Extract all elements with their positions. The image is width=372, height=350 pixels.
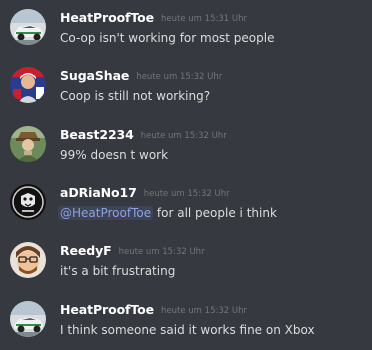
username[interactable]: aDRiaNo17 xyxy=(60,185,137,200)
timestamp: heute um 15:32 Uhr xyxy=(136,72,223,82)
chat-message-list: HeatProofToe heute um 15:31 Uhr Co-op isn… xyxy=(0,0,372,350)
timestamp: heute um 15:32 Uhr xyxy=(140,131,227,141)
message-text: Co-op isn't working for most people xyxy=(60,31,275,45)
username[interactable]: ReedyF xyxy=(60,243,112,258)
chat-message: aDRiaNo17 heute um 15:32 Uhr @HeatProofTo… xyxy=(0,175,372,231)
user-mention[interactable]: @HeatProofToe xyxy=(58,206,154,220)
message-text-rest: for all people i think xyxy=(153,206,277,220)
username[interactable]: HeatProofToe xyxy=(60,302,154,317)
timestamp: heute um 15:31 Uhr xyxy=(161,14,247,24)
chat-message: SugaShae heute um 15:32 Uhr Coop is still… xyxy=(0,58,372,114)
timestamp: heute um 15:32 Uhr xyxy=(118,247,205,257)
timestamp: heute um 15:32 Uhr xyxy=(161,306,247,316)
timestamp: heute um 15:32 Uhr xyxy=(143,189,230,199)
message-text: I think someone said it works fine on Xb… xyxy=(60,323,315,337)
message-text: it's a bit frustrating xyxy=(60,264,176,278)
chat-message: Beast2234 heute um 15:32 Uhr 99% doesn t … xyxy=(0,117,372,173)
message-text: @HeatProofToe for all people i think xyxy=(58,204,277,222)
message-text: Coop is still not working? xyxy=(60,89,211,103)
person-avatar[interactable] xyxy=(10,67,46,103)
car-avatar[interactable] xyxy=(10,9,46,45)
username[interactable]: HeatProofToe xyxy=(60,10,154,25)
message-text: 99% doesn t work xyxy=(60,148,169,162)
chat-message: ReedyF heute um 15:32 Uhr it's a bit frus… xyxy=(0,233,372,289)
cartoon-face-avatar[interactable] xyxy=(10,242,46,278)
username[interactable]: SugaShae xyxy=(60,68,129,83)
chat-message: HeatProofToe heute um 15:32 Uhr I think s… xyxy=(0,292,372,348)
emblem-avatar[interactable] xyxy=(10,184,46,220)
car-avatar[interactable] xyxy=(10,301,46,337)
chat-message: HeatProofToe heute um 15:31 Uhr Co-op isn… xyxy=(0,0,372,56)
character-avatar[interactable] xyxy=(10,126,46,162)
username[interactable]: Beast2234 xyxy=(60,127,134,142)
